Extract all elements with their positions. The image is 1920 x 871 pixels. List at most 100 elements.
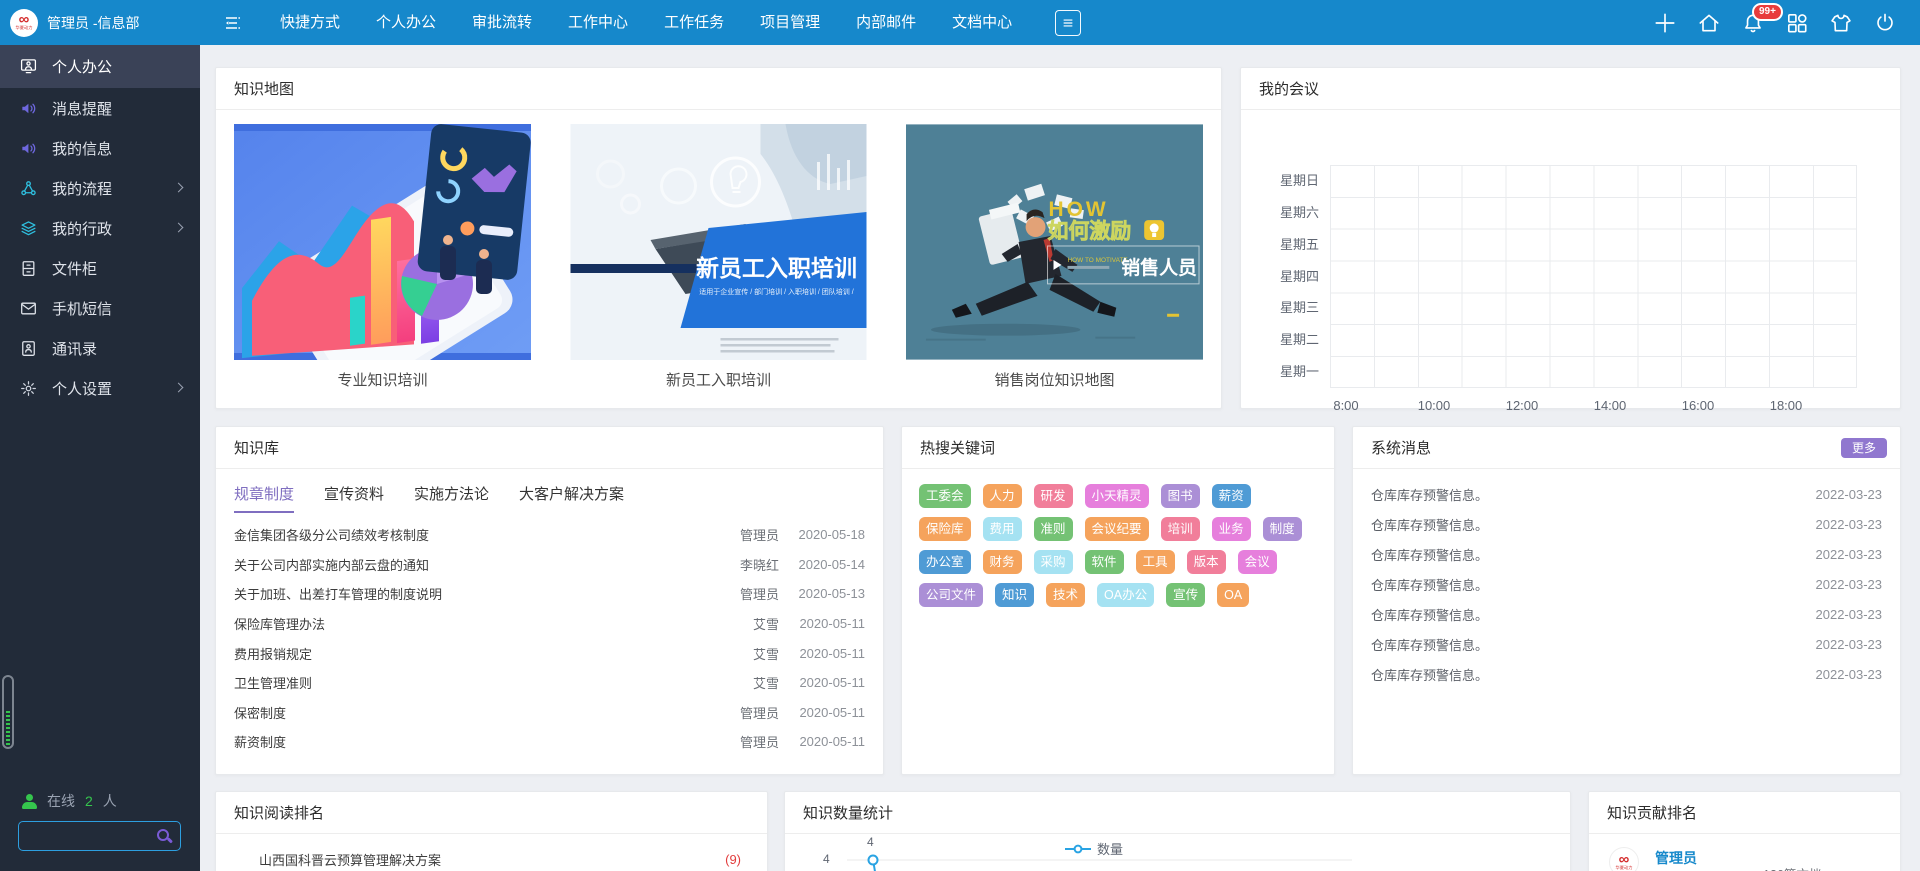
keyword-tag[interactable]: 软件 bbox=[1085, 550, 1124, 574]
system-message-row[interactable]: 仓库库存预警信息。2022-03-23 bbox=[1371, 509, 1882, 539]
notification-bell-icon[interactable]: 99+ bbox=[1741, 11, 1765, 35]
more-menu-icon[interactable] bbox=[1055, 10, 1081, 36]
knowledge-map-card-professional[interactable]: 专业知识培训 bbox=[234, 124, 531, 390]
logo-text: 华夏动力 bbox=[1615, 866, 1632, 870]
knowledge-doc-row[interactable]: 关于加班、出差打车管理的制度说明管理员2020-05-13 bbox=[234, 579, 865, 609]
topbar-menu-item[interactable]: 项目管理 bbox=[742, 0, 838, 45]
sidebar-item-file-cabinet[interactable]: 文件柜 bbox=[0, 248, 200, 288]
sidebar-item-personal-office[interactable]: 个人办公 bbox=[0, 45, 200, 88]
avatar: ∞ 华夏动力 bbox=[1609, 847, 1639, 871]
knowledge-base-tab[interactable]: 宣传资料 bbox=[324, 483, 384, 513]
keyword-tag[interactable]: 宣传 bbox=[1166, 583, 1205, 607]
topbar-menu-item[interactable]: 审批流转 bbox=[454, 0, 550, 45]
reading-rank-row[interactable]: 山西国科晋云预算管理解决方案(9) bbox=[216, 844, 767, 871]
keyword-tag[interactable]: 工具 bbox=[1136, 550, 1175, 574]
knowledge-doc-row[interactable]: 费用报销规定艾雪2020-05-11 bbox=[234, 638, 865, 668]
topbar-menu-item[interactable]: 内部邮件 bbox=[838, 0, 934, 45]
knowledge-base-tabs: 规章制度宣传资料实施方法论大客户解决方案 bbox=[216, 469, 883, 513]
sidebar-item-my-messages[interactable]: 我的信息 bbox=[0, 128, 200, 168]
system-message-row[interactable]: 仓库库存预警信息。2022-03-23 bbox=[1371, 659, 1882, 689]
system-message-row[interactable]: 仓库库存预警信息。2022-03-23 bbox=[1371, 569, 1882, 599]
my-meetings-chart: 星期日星期六星期五星期四星期三星期二星期一8:0010:0012:0014:00… bbox=[1241, 110, 1900, 410]
topbar-menu-item[interactable]: 快捷方式 bbox=[262, 0, 358, 45]
logout-power-icon[interactable] bbox=[1873, 11, 1897, 35]
chart-legend[interactable]: 数量 bbox=[1065, 839, 1123, 858]
system-message-row[interactable]: 仓库库存预警信息。2022-03-23 bbox=[1371, 629, 1882, 659]
keyword-tag[interactable]: 技术 bbox=[1046, 583, 1085, 607]
knowledge-map-card-onboarding[interactable]: 新员工入职培训 适用于企业宣传 / 部门培训 / 入职培训 / 团队培训 / 新… bbox=[570, 124, 867, 390]
keyword-tag[interactable]: 财务 bbox=[983, 550, 1022, 574]
brand: ∞ 华夏动力 管理员 -信息部 bbox=[0, 9, 200, 37]
sidebar-item-label: 个人办公 bbox=[52, 56, 112, 77]
card-caption: 新员工入职培训 bbox=[570, 369, 867, 390]
doc-author: 管理员 bbox=[715, 703, 779, 722]
knowledge-base-tab[interactable]: 大客户解决方案 bbox=[519, 483, 624, 513]
chevron-right-icon bbox=[174, 183, 184, 193]
keyword-tag[interactable]: 会议纪要 bbox=[1085, 517, 1149, 541]
topbar-menu-item[interactable]: 工作任务 bbox=[646, 0, 742, 45]
meeting-time-label: 10:00 bbox=[1418, 398, 1451, 413]
keyword-tag[interactable]: 费用 bbox=[983, 517, 1022, 541]
apps-grid-icon[interactable] bbox=[1785, 11, 1809, 35]
keyword-tag[interactable]: OA办公 bbox=[1097, 583, 1154, 607]
sidebar-search-input[interactable] bbox=[19, 829, 156, 844]
sidebar-item-my-admin[interactable]: 我的行政 bbox=[0, 208, 200, 248]
keyword-tag[interactable]: 公司文件 bbox=[919, 583, 983, 607]
knowledge-doc-row[interactable]: 保险库管理办法艾雪2020-05-11 bbox=[234, 609, 865, 639]
slogan-text: 如何激励 bbox=[1048, 219, 1132, 243]
keyword-tag[interactable]: 工委会 bbox=[919, 484, 971, 508]
keyword-tag[interactable]: 研发 bbox=[1034, 484, 1073, 508]
keyword-tag[interactable]: 业务 bbox=[1212, 517, 1251, 541]
theme-shirt-icon[interactable] bbox=[1829, 11, 1853, 35]
keyword-tag[interactable]: 知识 bbox=[995, 583, 1034, 607]
system-message-row[interactable]: 仓库库存预警信息。2022-03-23 bbox=[1371, 599, 1882, 629]
keyword-tag[interactable]: 薪资 bbox=[1212, 484, 1251, 508]
knowledge-base-tab[interactable]: 实施方法论 bbox=[414, 483, 489, 513]
keyword-tag[interactable]: 人力 bbox=[983, 484, 1022, 508]
knowledge-map-cards: 专业知识培训 bbox=[216, 110, 1221, 390]
knowledge-doc-row[interactable]: 卫生管理准则艾雪2020-05-11 bbox=[234, 668, 865, 698]
doc-title: 金信集团各级分公司绩效考核制度 bbox=[234, 525, 715, 544]
chevron-right-icon bbox=[174, 383, 184, 393]
keyword-tag[interactable]: 会议 bbox=[1238, 550, 1277, 574]
topbar-menu-item[interactable]: 个人办公 bbox=[358, 0, 454, 45]
knowledge-doc-row[interactable]: 金信集团各级分公司绩效考核制度管理员2020-05-18 bbox=[234, 520, 865, 550]
knowledge-doc-row[interactable]: 薪资制度管理员2020-05-11 bbox=[234, 727, 865, 757]
keyword-tag[interactable]: 版本 bbox=[1187, 550, 1226, 574]
home-icon[interactable] bbox=[1697, 11, 1721, 35]
keyword-tag[interactable]: OA bbox=[1217, 583, 1249, 607]
panel-title: 知识地图 bbox=[234, 78, 294, 99]
keyword-tag[interactable]: 办公室 bbox=[919, 550, 971, 574]
panel-title: 我的会议 bbox=[1259, 78, 1319, 99]
keyword-tag[interactable]: 采购 bbox=[1034, 550, 1073, 574]
keyword-tag[interactable]: 制度 bbox=[1263, 517, 1302, 541]
knowledge-map-card-sales[interactable]: HOW 如何激励 HOW TO MOTIVATE 销售人员 销售岗位知识地图 bbox=[906, 124, 1203, 390]
more-button[interactable]: 更多 bbox=[1841, 438, 1887, 458]
sidebar-item-label: 我的行政 bbox=[52, 218, 112, 239]
doc-author: 管理员 bbox=[715, 525, 779, 544]
sidebar-item-contacts[interactable]: 通讯录 bbox=[0, 328, 200, 368]
topbar-menu-item[interactable]: 工作中心 bbox=[550, 0, 646, 45]
sidebar-item-my-workflow[interactable]: 我的流程 bbox=[0, 168, 200, 208]
sidebar-item-message-reminder[interactable]: 消息提醒 bbox=[0, 88, 200, 128]
contribution-row[interactable]: ∞ 华夏动力 管理员 信息部 136篇文档 bbox=[1589, 834, 1900, 871]
knowledge-doc-row[interactable]: 关于公司内部实施内部云盘的通知李晓红2020-05-14 bbox=[234, 550, 865, 580]
topbar-menu-item[interactable]: 文档中心 bbox=[934, 0, 1030, 45]
sidebar-item-personal-settings[interactable]: 个人设置 bbox=[0, 368, 200, 408]
system-message-row[interactable]: 仓库库存预警信息。2022-03-23 bbox=[1371, 539, 1882, 569]
keyword-tag[interactable]: 图书 bbox=[1161, 484, 1200, 508]
system-message-row[interactable]: 仓库库存预警信息。2022-03-23 bbox=[1371, 479, 1882, 509]
sidebar-item-sms[interactable]: 手机短信 bbox=[0, 288, 200, 328]
contributor-name[interactable]: 管理员 bbox=[1655, 848, 1697, 868]
doc-author: 管理员 bbox=[715, 584, 779, 603]
keyword-tag[interactable]: 小天精灵 bbox=[1085, 484, 1149, 508]
keyword-tag[interactable]: 保险库 bbox=[919, 517, 971, 541]
search-icon[interactable] bbox=[156, 828, 172, 844]
keyword-tag[interactable]: 培训 bbox=[1161, 517, 1200, 541]
keyword-tag[interactable]: 准则 bbox=[1034, 517, 1073, 541]
knowledge-doc-row[interactable]: 保密制度管理员2020-05-11 bbox=[234, 698, 865, 728]
data-point-label: 4 bbox=[867, 835, 874, 849]
add-icon[interactable] bbox=[1653, 11, 1677, 35]
menu-collapse-icon[interactable] bbox=[220, 12, 244, 34]
knowledge-base-tab[interactable]: 规章制度 bbox=[234, 483, 294, 513]
